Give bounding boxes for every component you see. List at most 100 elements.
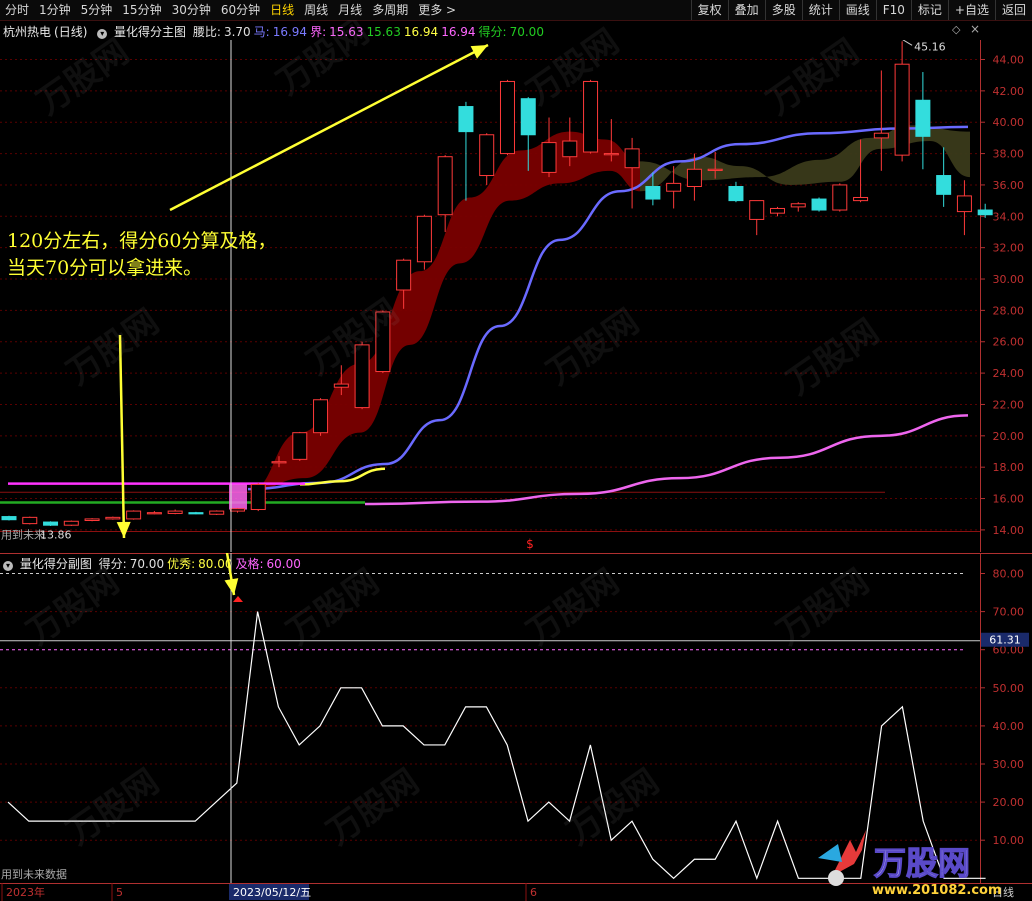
candle[interactable] bbox=[479, 133, 495, 185]
toolbar-button[interactable]: 多股 bbox=[764, 0, 802, 20]
candle-body bbox=[499, 80, 515, 155]
candle[interactable] bbox=[790, 202, 806, 212]
candle[interactable] bbox=[105, 516, 121, 520]
candle[interactable] bbox=[956, 180, 972, 236]
brand-url: www.201082.com bbox=[872, 883, 1002, 898]
candle-body bbox=[105, 516, 121, 520]
candle[interactable] bbox=[458, 101, 474, 201]
candle-body bbox=[956, 195, 972, 213]
arrow-shaft bbox=[118, 334, 126, 539]
arrow-head bbox=[116, 521, 131, 538]
period-tab[interactable]: 多周期 bbox=[367, 0, 413, 20]
candle[interactable] bbox=[583, 79, 599, 154]
candle-body bbox=[188, 512, 204, 515]
candle-body bbox=[728, 186, 744, 202]
candle-body bbox=[915, 99, 931, 137]
y-tick-label: 20.00 bbox=[993, 430, 1025, 443]
candle[interactable] bbox=[375, 310, 391, 374]
candle[interactable] bbox=[209, 510, 225, 516]
candle-body bbox=[769, 207, 785, 214]
candle-body bbox=[313, 399, 329, 434]
candle-body bbox=[292, 432, 308, 460]
price-chart[interactable]: 44.00 42.00 40.00 38.00 36.00 34.00 32.00 30.00… bbox=[0, 40, 1032, 552]
candle[interactable] bbox=[126, 510, 142, 520]
candle-body bbox=[686, 168, 702, 188]
candle[interactable] bbox=[43, 521, 59, 526]
sub-y-tick-label: 40.00 bbox=[993, 720, 1025, 733]
period-tab[interactable]: 30分钟 bbox=[167, 0, 216, 20]
candle-body bbox=[873, 132, 889, 139]
y-tick-label: 28.00 bbox=[993, 304, 1025, 317]
candle[interactable] bbox=[250, 482, 266, 512]
candle[interactable] bbox=[188, 511, 204, 515]
candle[interactable] bbox=[63, 520, 79, 526]
candle[interactable] bbox=[84, 518, 100, 522]
stock-name[interactable]: 杭州热电 bbox=[3, 25, 51, 39]
candle-body bbox=[624, 148, 640, 169]
candle-body bbox=[479, 134, 495, 177]
candle[interactable] bbox=[832, 183, 848, 212]
main-chart-legend: 杭州热电 (日线) ▾ 量化得分主图 腰比: 3.70 马: 16.94 界: 15.63 1… bbox=[3, 23, 550, 40]
candle[interactable] bbox=[749, 200, 765, 236]
candle[interactable] bbox=[811, 197, 827, 212]
y-tick-label: 16.00 bbox=[993, 493, 1025, 506]
candle[interactable] bbox=[313, 398, 329, 436]
y-tick-label: 44.00 bbox=[993, 54, 1025, 67]
candle-body bbox=[583, 80, 599, 153]
candle-body bbox=[790, 203, 806, 208]
period-tab[interactable]: 月线 bbox=[333, 0, 367, 20]
candle[interactable] bbox=[499, 79, 515, 156]
candle[interactable] bbox=[22, 516, 38, 525]
candle-body bbox=[396, 259, 412, 291]
y-tick-label: 24.00 bbox=[993, 367, 1025, 380]
candle-body bbox=[458, 106, 474, 133]
period-tab[interactable]: 1分钟 bbox=[34, 0, 76, 20]
toolbar-button[interactable]: 返回 bbox=[994, 0, 1032, 20]
candle-body bbox=[250, 483, 266, 511]
x-tick-label: 2023年 bbox=[6, 885, 45, 899]
toolbar-button[interactable]: 叠加 bbox=[727, 0, 765, 20]
high-pointer bbox=[902, 40, 913, 46]
candle-body bbox=[375, 311, 391, 373]
candle-body bbox=[209, 510, 225, 515]
candle[interactable] bbox=[1, 515, 17, 521]
annotation-text: 120分左右，得分60分算及格， 当天70分可以拿进来。 bbox=[7, 228, 276, 282]
candle[interactable] bbox=[915, 72, 931, 170]
candle[interactable] bbox=[146, 511, 162, 515]
main-indicator-name[interactable]: 量化得分主图 bbox=[114, 25, 186, 39]
candle[interactable] bbox=[354, 341, 370, 410]
candle[interactable] bbox=[873, 70, 889, 171]
close-icon[interactable]: × bbox=[970, 22, 980, 36]
brand-name: 万股网 bbox=[874, 844, 970, 882]
period-tab[interactable]: 60分钟 bbox=[216, 0, 265, 20]
signal-marker bbox=[229, 484, 247, 510]
toolbar-button[interactable]: 画线 bbox=[838, 0, 876, 20]
cursor-value-label: 61.31 bbox=[989, 634, 1021, 647]
candle[interactable] bbox=[894, 41, 910, 162]
period-tab[interactable]: 更多 > bbox=[413, 0, 461, 20]
candle[interactable] bbox=[416, 214, 432, 270]
candle[interactable] bbox=[541, 117, 557, 178]
y-tick-label: 30.00 bbox=[993, 273, 1025, 286]
sub-y-tick-label: 30.00 bbox=[993, 758, 1025, 771]
candle[interactable] bbox=[229, 507, 245, 513]
period-tab[interactable]: 周线 bbox=[299, 0, 333, 20]
period-tab[interactable]: 分时 bbox=[0, 0, 34, 20]
period-tab[interactable]: 日线 bbox=[265, 0, 299, 20]
toolbar-button[interactable]: 标记 bbox=[910, 0, 948, 20]
candle[interactable] bbox=[167, 509, 183, 515]
toolbar-button[interactable]: 统计 bbox=[801, 0, 839, 20]
period-tab[interactable]: 5分钟 bbox=[76, 0, 118, 20]
toolbar-button[interactable]: 复权 bbox=[690, 0, 728, 20]
candle[interactable] bbox=[292, 431, 308, 461]
legend-value: 70.00 bbox=[509, 25, 544, 39]
toolbar-button[interactable]: +自选 bbox=[947, 0, 995, 20]
indicator-dropdown-icon[interactable]: ▾ bbox=[97, 29, 108, 39]
period-tab[interactable]: 15分钟 bbox=[117, 0, 166, 20]
diamond-icon[interactable]: ◇ bbox=[952, 23, 960, 36]
legend-key: 腰比: bbox=[192, 25, 221, 39]
y-tick-label: 22.00 bbox=[993, 398, 1025, 411]
toolbar-button[interactable]: F10 bbox=[875, 0, 911, 20]
y-tick-label: 18.00 bbox=[993, 461, 1025, 474]
candle[interactable] bbox=[769, 206, 785, 217]
